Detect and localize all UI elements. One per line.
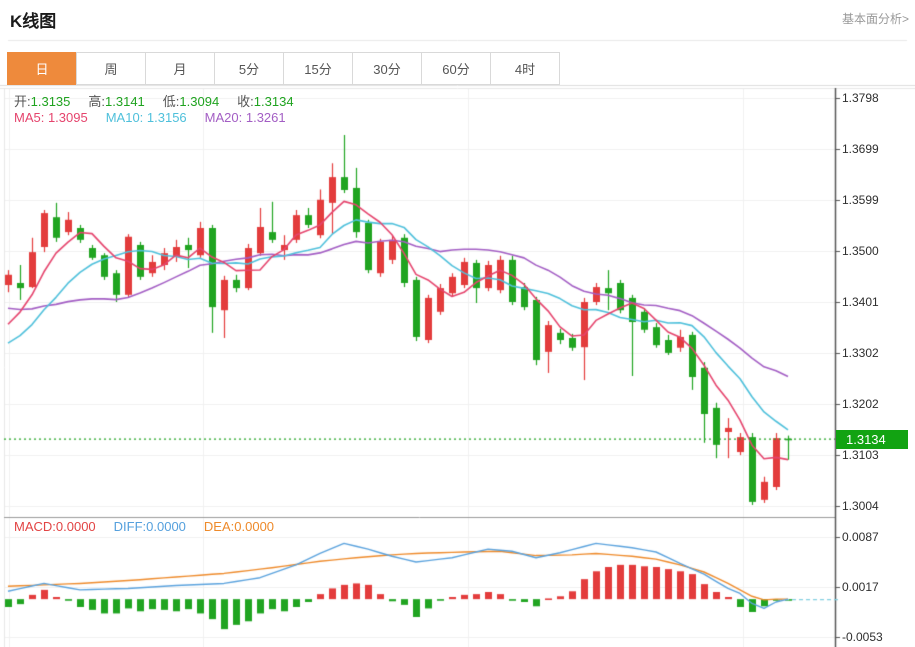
ohlc-item: 低:1.3094 <box>162 94 220 109</box>
price-axis-label: 1.3599 <box>842 193 879 207</box>
ma-item: MA5: 1.3095 <box>14 110 88 125</box>
tab-周[interactable]: 周 <box>76 52 146 85</box>
tab-60分[interactable]: 60分 <box>421 52 491 85</box>
current-price-tag: 1.3134 <box>836 430 908 449</box>
tab-日[interactable]: 日 <box>7 52 77 85</box>
ohlc-legend: 开:1.3135 高:1.3141 低:1.3094 收:1.3134 <box>14 91 312 110</box>
interval-tabbar: 日周月 5分 15分 30分 60分 4时 <box>7 52 560 85</box>
macd-legend: MACD:0.0000 DIFF:0.0000 DEA:0.0000 <box>14 519 292 534</box>
macd-axis-label: -0.0053 <box>842 630 883 644</box>
macd-axis-label: 0.0087 <box>842 530 879 544</box>
price-axis-label: 1.3302 <box>842 346 879 360</box>
price-axis-label: 1.3103 <box>842 448 879 462</box>
price-axis-label: 1.3798 <box>842 91 879 105</box>
tab-5分[interactable]: 5分 <box>214 52 284 85</box>
macd-item: DIFF:0.0000 <box>113 519 186 534</box>
ohlc-item: 收:1.3134 <box>237 94 294 109</box>
kline-page: K线图 基本面分析> 日周月 5分 15分 30分 60分 4时 开:1.3135 高:1.… <box>0 0 915 647</box>
fundamental-analysis-link[interactable]: 基本面分析> <box>842 10 909 27</box>
ohlc-item: 高:1.3141 <box>88 94 145 109</box>
price-axis-label: 1.3401 <box>842 295 879 309</box>
price-axis-label: 1.3500 <box>842 244 879 258</box>
tab-30分[interactable]: 30分 <box>352 52 422 85</box>
ohlc-item: 开:1.3135 <box>14 94 71 109</box>
price-axis-label: 1.3004 <box>842 499 879 513</box>
page-title: K线图 <box>10 12 57 31</box>
macd-axis-label: 0.0017 <box>842 580 879 594</box>
ma-item: MA20: 1.3261 <box>204 110 286 125</box>
tab-15分[interactable]: 15分 <box>283 52 353 85</box>
tab-月[interactable]: 月 <box>145 52 215 85</box>
macd-item: DEA:0.0000 <box>203 519 275 534</box>
ma-item: MA10: 1.3156 <box>105 110 187 125</box>
macd-item: MACD:0.0000 <box>14 519 96 534</box>
ma-legend: MA5: 1.3095 MA10: 1.3156 MA20: 1.3261 <box>14 110 304 125</box>
price-axis-label: 1.3202 <box>842 397 879 411</box>
price-axis-label: 1.3699 <box>842 142 879 156</box>
tab-4时[interactable]: 4时 <box>490 52 560 85</box>
